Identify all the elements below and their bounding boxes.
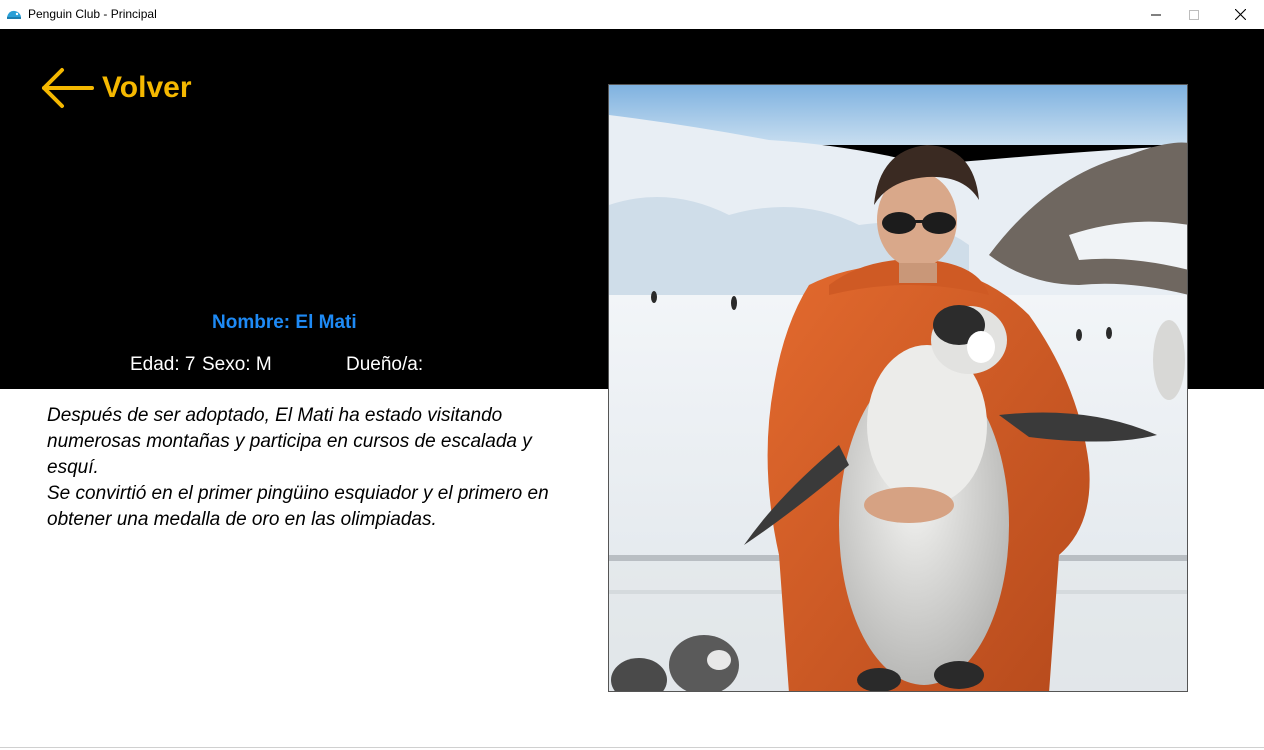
minimize-icon — [1151, 14, 1161, 15]
back-label: Volver — [102, 71, 192, 104]
description-paragraph-1: Después de ser adoptado, El Mati ha esta… — [47, 405, 532, 478]
penguin-age: Edad: 7 — [130, 354, 196, 375]
close-button[interactable] — [1217, 0, 1263, 29]
window-title: Penguin Club - Principal — [28, 7, 157, 21]
penguin-description: Después de ser adoptado, El Mati ha esta… — [47, 403, 587, 533]
penguin-owner: Dueño/a: — [346, 354, 424, 375]
maximize-icon — [1189, 9, 1199, 20]
penguin-name: Nombre: El Mati — [212, 312, 357, 333]
back-button[interactable]: Volver — [40, 66, 192, 110]
photo-person-holding-penguin-icon — [609, 85, 1187, 691]
penguin-club-icon — [7, 10, 21, 19]
maximize-button[interactable] — [1171, 0, 1217, 29]
title-bar[interactable]: Penguin Club - Principal — [0, 0, 1264, 29]
close-icon — [1234, 9, 1246, 20]
window-bottom-border — [0, 747, 1264, 748]
penguin-photo — [608, 84, 1188, 692]
description-paragraph-2: Se convirtió en el primer pingüino esqui… — [47, 483, 549, 530]
penguin-sex: Sexo: M — [202, 354, 272, 375]
arrow-left-icon — [42, 68, 94, 108]
app-window: Penguin Club - Principal Volver Nombre: … — [0, 0, 1264, 750]
